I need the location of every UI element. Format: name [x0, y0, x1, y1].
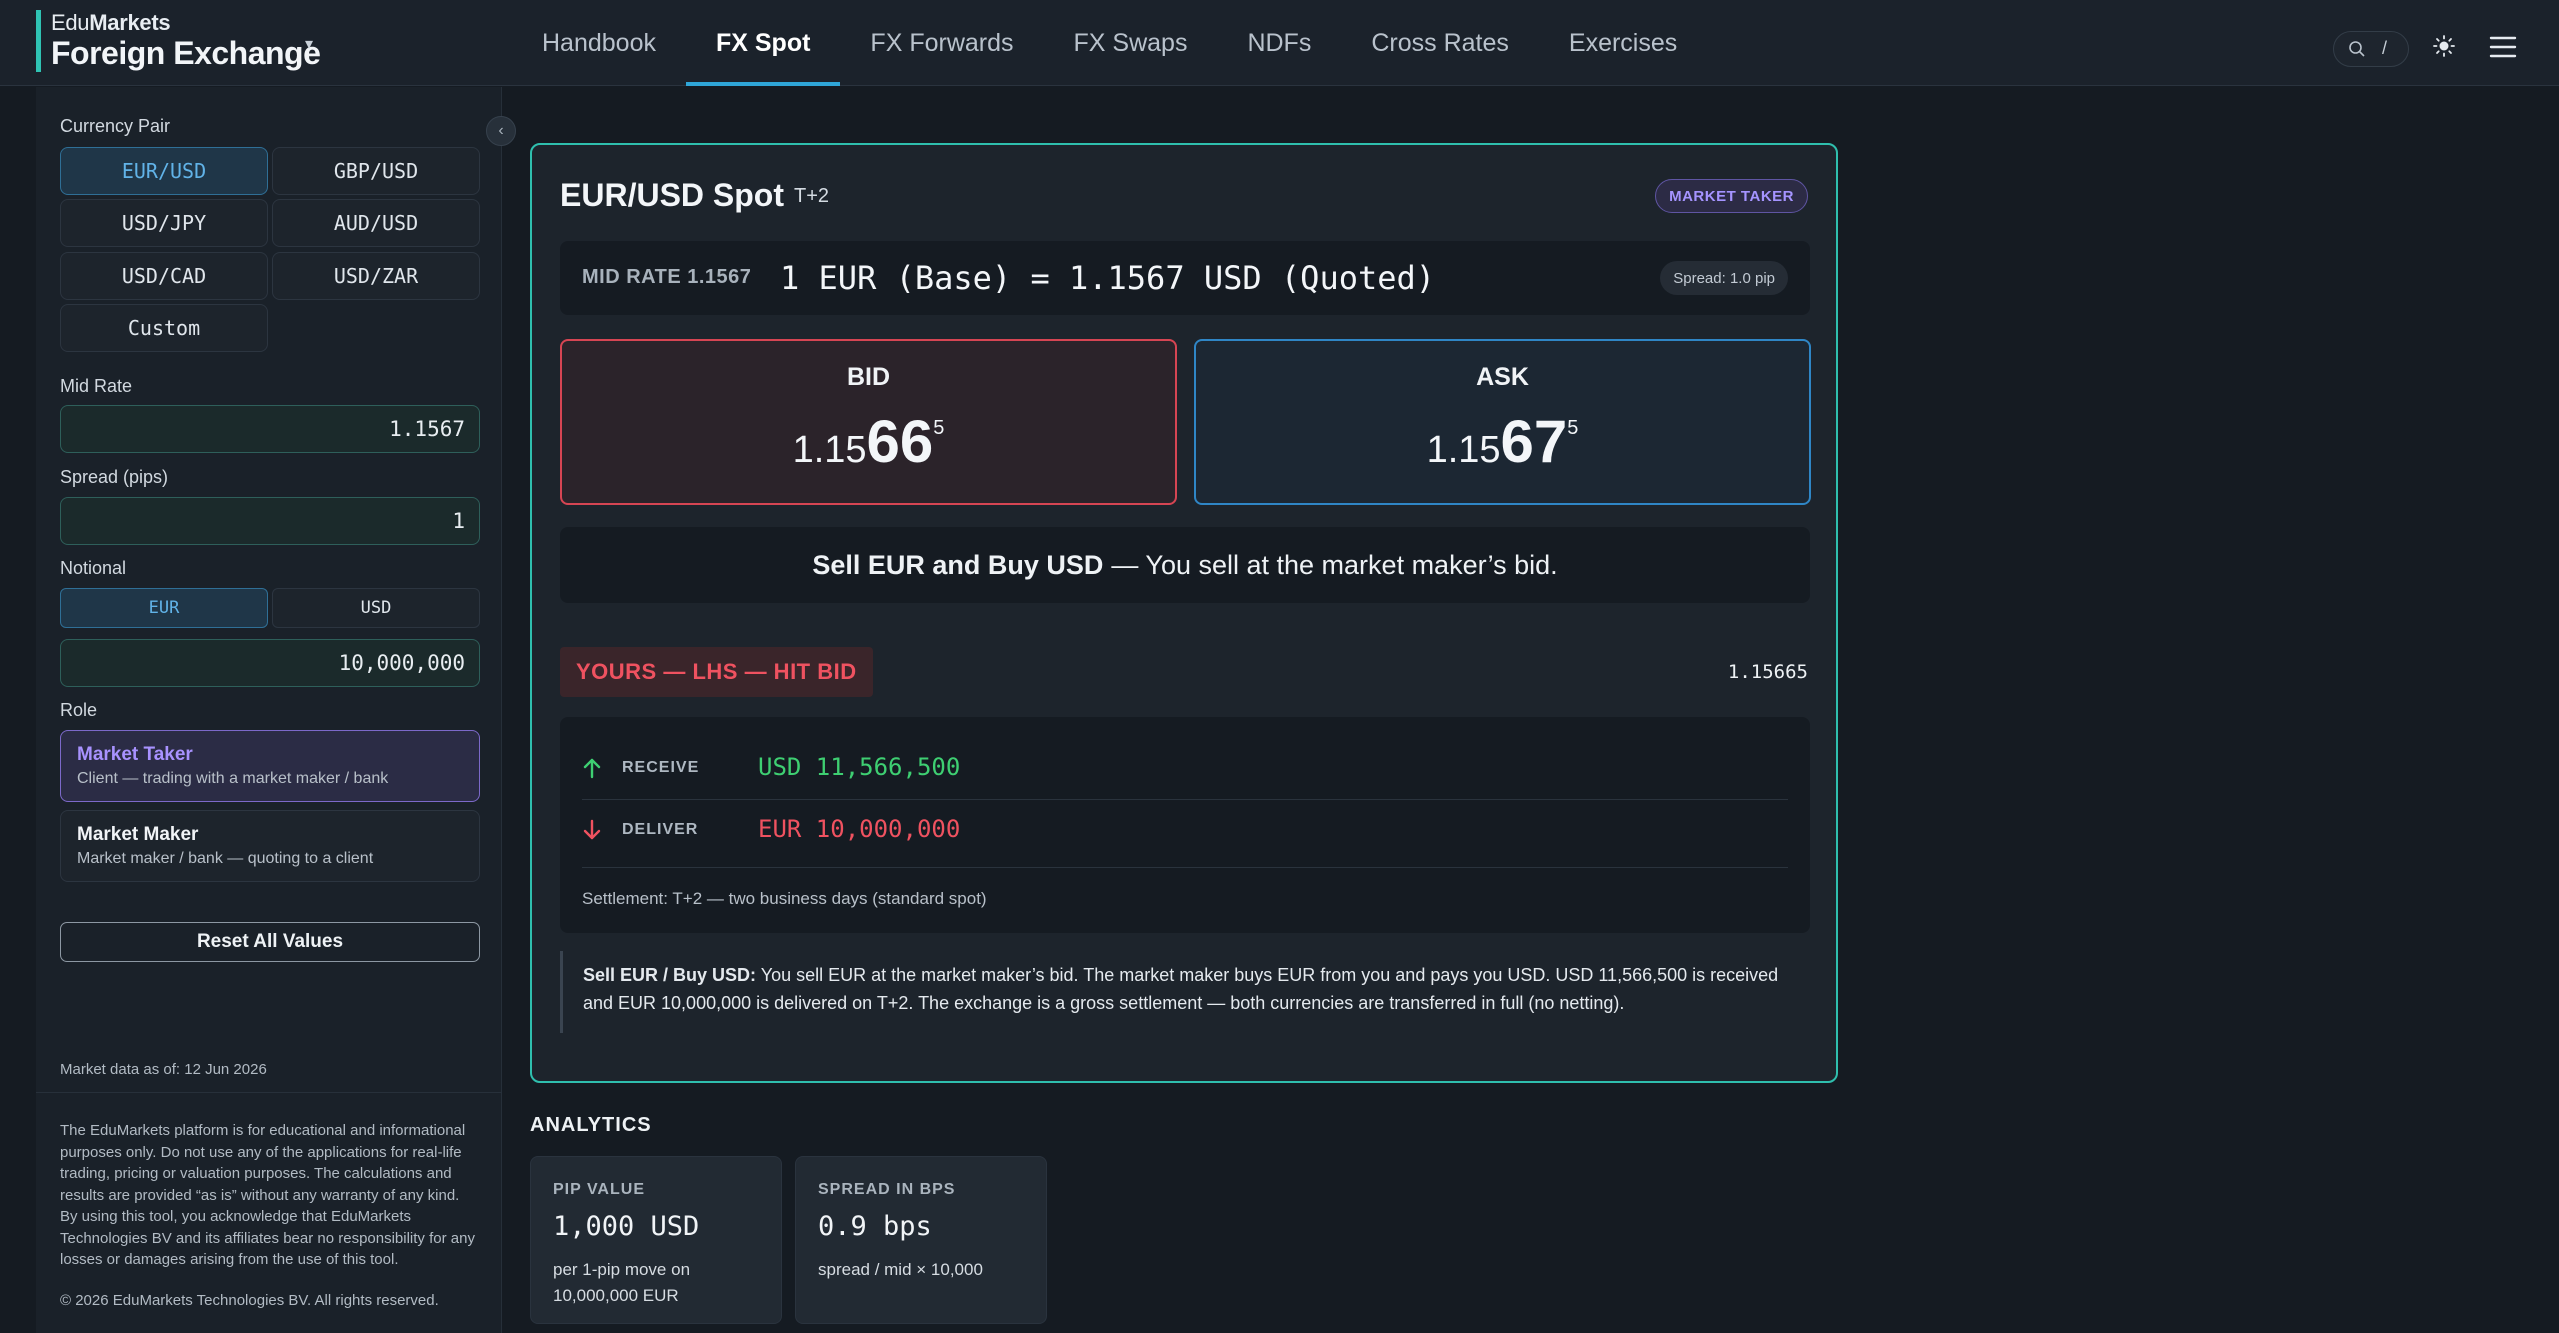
pair-usd-jpy[interactable]: USD/JPY — [60, 199, 268, 247]
page-title: EUR/USD Spot — [560, 177, 784, 213]
pair-usd-zar[interactable]: USD/ZAR — [272, 252, 480, 300]
receive-value: USD 11,566,500 — [758, 753, 961, 781]
role-description: Client — trading with a market maker / b… — [77, 770, 389, 787]
role-badge: MARKET TAKER — [1655, 179, 1808, 213]
main-nav: Handbook FX Spot FX Forwards FX Swaps ND… — [512, 0, 1707, 86]
spread-input[interactable]: 1 — [60, 497, 480, 545]
rate-equation: 1 EUR (Base) = 1.1567 USD (Quoted) — [780, 259, 1436, 297]
receive-leg: RECEIVE USD 11,566,500 — [582, 739, 1788, 801]
stat-value: 0.9 bps — [818, 1211, 932, 1242]
notional-ccy-usd[interactable]: USD — [272, 588, 480, 628]
settlement-tag: T+2 — [794, 185, 830, 207]
role-description: Market maker / bank — quoting to a clien… — [77, 850, 374, 867]
spread-label: Spread (pips) — [60, 467, 169, 487]
pair-usd-cad[interactable]: USD/CAD — [60, 252, 268, 300]
deliver-value: EUR 10,000,000 — [758, 815, 961, 843]
brand-company: EduMarkets — [51, 10, 171, 35]
pair-gbp-usd[interactable]: GBP/USD — [272, 147, 480, 195]
execution-rate: 1.15665 — [1727, 661, 1808, 683]
mid-rate-readout: MID RATE 1.1567 — [582, 266, 752, 288]
menu-icon[interactable] — [2488, 34, 2518, 60]
mid-rate-input[interactable]: 1.1567 — [60, 405, 480, 453]
market-data-date: Market data as of: 12 Jun 2026 — [60, 1061, 267, 1078]
top-bar: EduMarkets Foreign Exchange ▾ Handbook F… — [0, 0, 2559, 86]
spot-card: EUR/USD Spot T+2 MARKET TAKER MID RATE 1… — [530, 143, 1838, 1083]
role-title: Market Taker — [77, 744, 193, 765]
nav-fx-forwards[interactable]: FX Forwards — [840, 0, 1043, 86]
trade-action: Sell EUR and Buy USD — You sell at the ma… — [560, 527, 1810, 603]
notional-ccy-eur[interactable]: EUR — [60, 588, 268, 628]
role-market-maker[interactable]: Market Maker Market maker / bank — quoti… — [60, 810, 480, 882]
settlement-legs: RECEIVE USD 11,566,500 DELIVER EUR 10,00… — [560, 717, 1810, 933]
brand-app-name: Foreign Exchange — [51, 35, 321, 71]
deliver-label: DELIVER — [622, 821, 699, 838]
role-title: Market Maker — [77, 824, 199, 845]
pair-eur-usd[interactable]: EUR/USD — [60, 147, 268, 195]
sidebar-divider — [36, 1092, 502, 1093]
analytics-heading: ANALYTICS — [530, 1114, 652, 1136]
notional-input[interactable]: 10,000,000 — [60, 639, 480, 687]
sun-icon[interactable] — [2429, 31, 2459, 61]
disclaimer-text: The EduMarkets platform is for education… — [60, 1122, 475, 1268]
bid-price: 1.15665 — [792, 408, 945, 475]
ask-label: ASK — [1476, 363, 1529, 391]
copyright: © 2026 EduMarkets Technologies BV. All r… — [60, 1292, 439, 1309]
search-shortcut: / — [2382, 38, 2388, 58]
nav-fx-spot[interactable]: FX Spot — [685, 0, 841, 86]
receive-label: RECEIVE — [622, 759, 700, 776]
search-button[interactable]: / — [2333, 31, 2409, 67]
yours-badge: YOURS — LHS — HIT BID — [560, 647, 873, 697]
nav-handbook[interactable]: Handbook — [512, 0, 686, 86]
arrow-down-icon — [583, 819, 601, 840]
role-label: Role — [60, 700, 98, 720]
pair-aud-usd[interactable]: AUD/USD — [272, 199, 480, 247]
leg-divider — [582, 799, 1788, 800]
mid-rate-strip: MID RATE 1.1567 1 EUR (Base) = 1.1567 US… — [560, 241, 1810, 315]
stat-description: spread / mid × 10,000 — [818, 1260, 983, 1279]
pair-custom[interactable]: Custom — [60, 304, 268, 352]
stat-value: 1,000 USD — [553, 1211, 700, 1242]
role-market-taker[interactable]: Market Taker Client — trading with a mar… — [60, 730, 480, 802]
notional-label: Notional — [60, 558, 127, 578]
stat-label: SPREAD IN BPS — [818, 1181, 956, 1198]
trade-explanation: Sell EUR / Buy USD: You sell EUR at the … — [560, 951, 1810, 1033]
settlement-note: Settlement: T+2 — two business days (sta… — [582, 889, 987, 908]
mid-rate-label: Mid Rate — [60, 376, 133, 396]
leg-divider — [582, 867, 1788, 868]
spread-bps-card: SPREAD IN BPS 0.9 bps spread / mid × 10,… — [795, 1156, 1047, 1324]
chevron-left-icon[interactable]: ‹ — [486, 116, 516, 146]
search-icon — [2349, 41, 2365, 57]
reset-all-button[interactable]: Reset All Values — [60, 922, 480, 962]
stat-description: per 1-pip move on 10,000,000 EUR — [553, 1260, 691, 1305]
chevron-down-icon[interactable]: ▾ — [305, 34, 313, 54]
brand-logo[interactable]: EduMarkets Foreign Exchange — [36, 10, 321, 72]
nav-cross-rates[interactable]: Cross Rates — [1341, 0, 1539, 86]
bid-quote[interactable]: BID 1.15665 — [560, 339, 1177, 505]
nav-ndfs[interactable]: NDFs — [1217, 0, 1341, 86]
nav-fx-swaps[interactable]: FX Swaps — [1044, 0, 1218, 86]
arrow-up-icon — [583, 758, 601, 779]
pip-value-card: PIP VALUE 1,000 USD per 1-pip move on 10… — [530, 1156, 782, 1324]
stat-label: PIP VALUE — [553, 1181, 645, 1198]
currency-pair-label: Currency Pair — [60, 116, 171, 136]
nav-exercises[interactable]: Exercises — [1539, 0, 1707, 86]
ask-price: 1.15675 — [1426, 408, 1579, 475]
deliver-leg: DELIVER EUR 10,000,000 — [582, 801, 1788, 863]
ask-quote[interactable]: ASK 1.15675 — [1194, 339, 1811, 505]
spread-badge: Spread: 1.0 pip — [1660, 261, 1788, 295]
bid-label: BID — [846, 363, 891, 391]
